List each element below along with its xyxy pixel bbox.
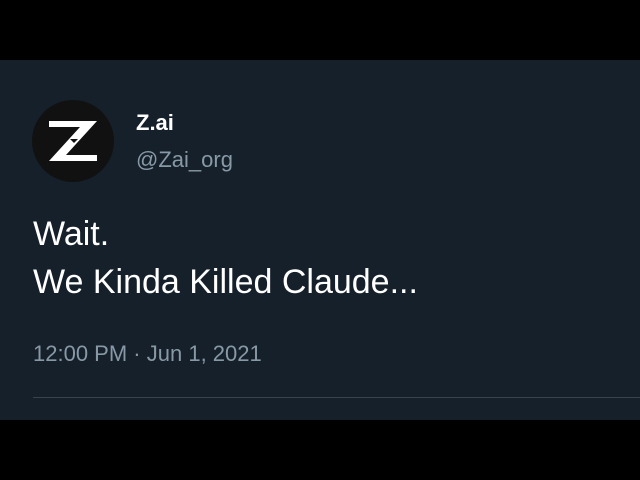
z-logo-icon [49,121,97,161]
divider [33,397,640,398]
tweet-card: Z.ai @Zai_org Wait. We Kinda Killed Clau… [0,60,640,420]
tweet-text: Wait. We Kinda Killed Claude... [33,210,418,306]
tweet-time: 12:00 PM [33,341,128,366]
timestamp-separator: · [133,341,141,366]
video-frame: Z.ai @Zai_org Wait. We Kinda Killed Clau… [0,0,640,480]
tweet-date: Jun 1, 2021 [146,341,262,366]
author-handle[interactable]: @Zai_org [136,147,233,173]
tweet-text-line: Wait. [33,215,110,253]
tweet-timestamp[interactable]: 12:00 PM · Jun 1, 2021 [33,340,262,368]
avatar[interactable] [32,100,114,182]
tweet-text-line: We Kinda Killed Claude... [33,263,418,301]
author-display-name[interactable]: Z.ai [136,110,174,136]
